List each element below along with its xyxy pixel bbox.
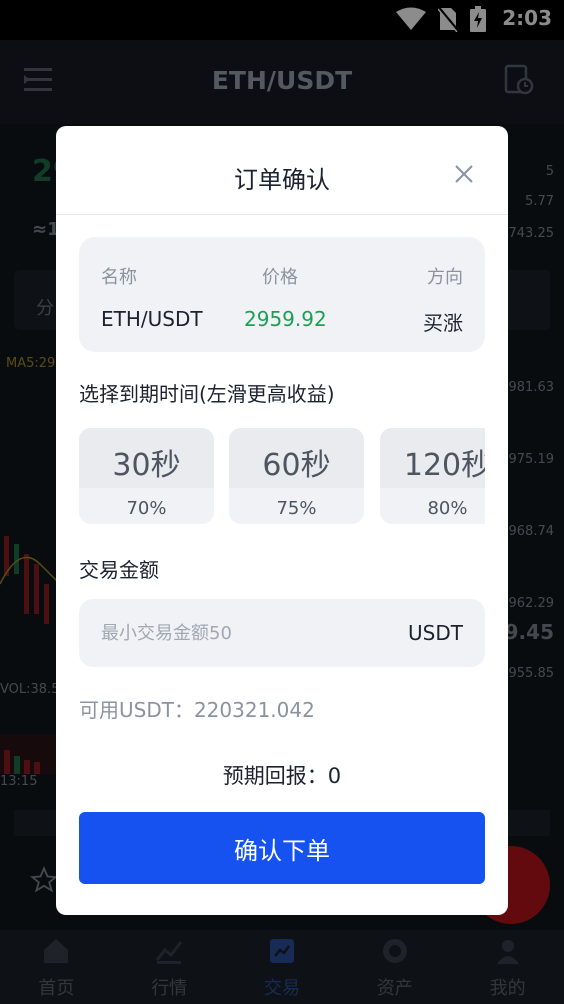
expected-return: 预期回报：0: [222, 764, 342, 788]
expiry-time: 30秒: [112, 448, 181, 483]
amount-unit: USDT: [408, 621, 463, 645]
expiry-option[interactable]: 60秒 75%: [229, 428, 364, 524]
close-icon[interactable]: [450, 160, 478, 188]
available-balance: 可用USDT：220321.042: [79, 698, 315, 722]
expiry-options-scroller[interactable]: 30秒 70% 60秒 75% 120秒 80%: [79, 428, 485, 524]
price-value: 2959.92: [244, 307, 327, 331]
direction-header: 方向: [427, 267, 463, 288]
expiry-time: 60秒: [262, 448, 331, 483]
expiry-option[interactable]: 120秒 80%: [380, 428, 485, 524]
symbol-value: ETH/USDT: [101, 307, 203, 331]
expiry-rate: 80%: [427, 498, 468, 519]
amount-label: 交易金额: [79, 558, 159, 582]
price-header: 价格: [262, 267, 298, 288]
dialog-title: 订单确认: [234, 166, 330, 194]
expiry-option[interactable]: 30秒 70%: [79, 428, 214, 524]
expiry-rate: 75%: [276, 498, 317, 519]
name-header: 名称: [101, 267, 137, 288]
amount-field: USDT: [79, 599, 485, 667]
expiry-time: 120秒: [403, 448, 485, 483]
amount-input[interactable]: [101, 599, 391, 667]
order-info-card: 名称 价格 方向 ETH/USDT 2959.92 买涨: [79, 237, 485, 352]
divider: [56, 214, 508, 215]
expiry-label: 选择到期时间(左滑更高收益): [79, 382, 335, 406]
direction-value: 买涨: [423, 311, 463, 335]
expiry-rate: 70%: [126, 498, 167, 519]
order-confirm-dialog: 订单确认 名称 价格 方向 ETH/USDT 2959.92 买涨 选择到期时间…: [56, 126, 508, 915]
confirm-order-button[interactable]: 确认下单: [79, 812, 485, 884]
